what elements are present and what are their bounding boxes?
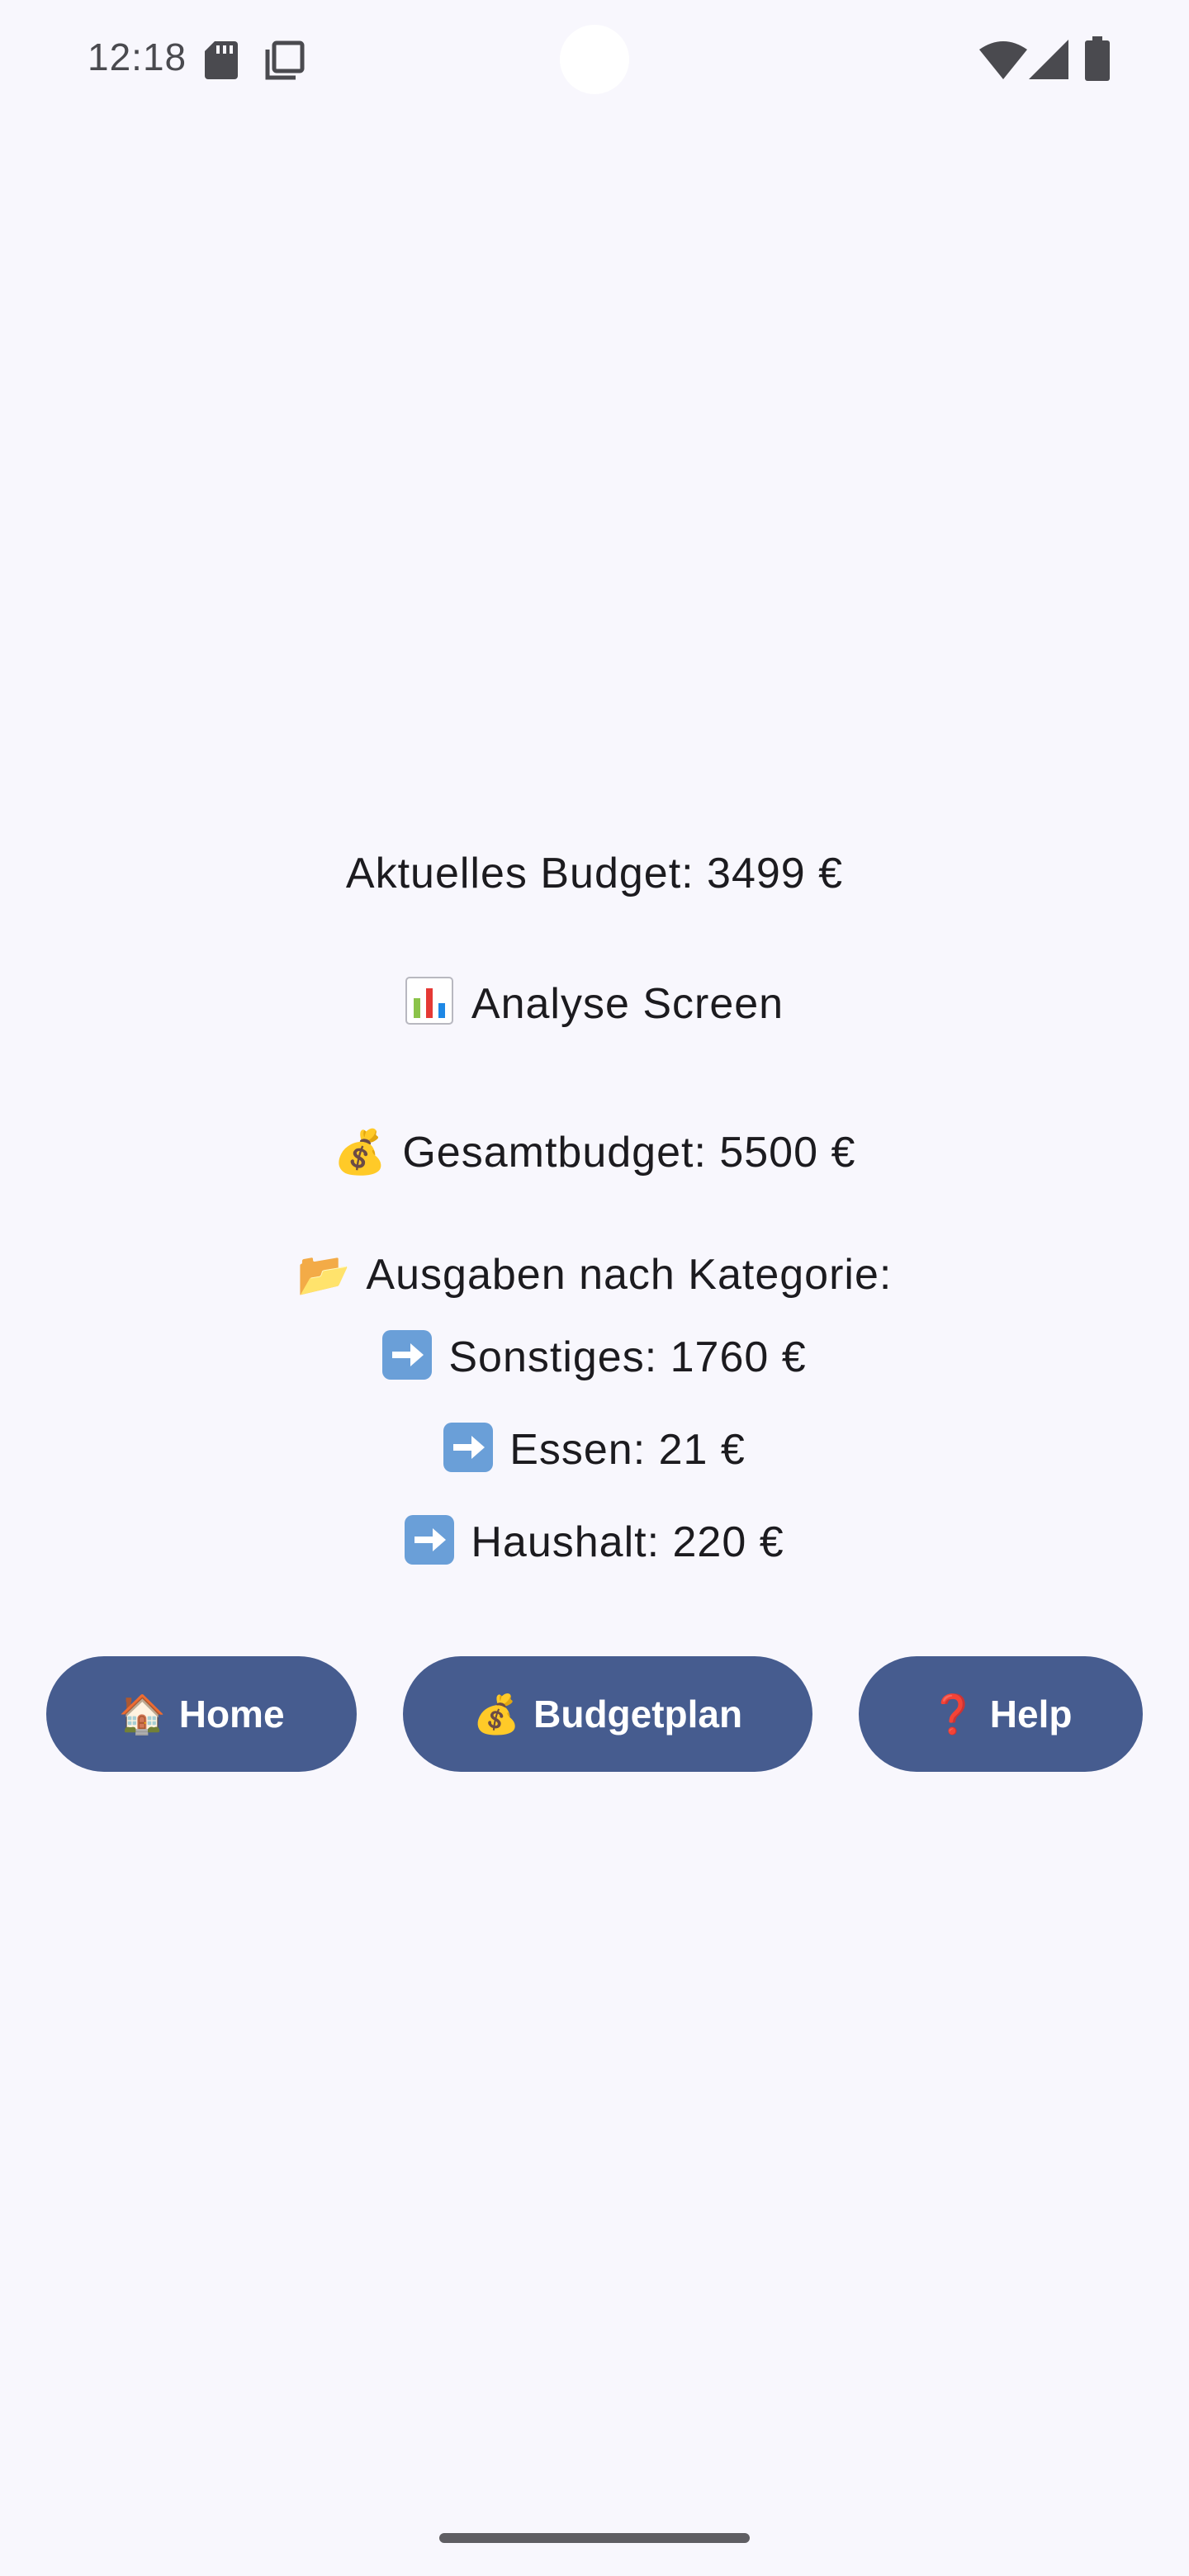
- category-header-line: 📂 Ausgaben nach Kategorie:: [0, 1249, 1189, 1300]
- copy-icon: [265, 40, 305, 80]
- sd-card-icon: [205, 41, 238, 79]
- right-arrow-icon: [382, 1330, 433, 1380]
- help-button-label: Help: [989, 1693, 1073, 1735]
- home-gesture-bar[interactable]: [439, 2533, 750, 2543]
- current-budget-text: Aktuelles Budget: 3499 €: [345, 850, 844, 897]
- cell-signal-icon: [1029, 40, 1068, 79]
- category-text: Essen: 21 €: [509, 1426, 746, 1474]
- category-text: Sonstiges: 1760 €: [448, 1333, 807, 1381]
- help-button[interactable]: ❓ Help: [859, 1656, 1143, 1772]
- camera-cutout: [560, 25, 629, 94]
- home-button-label: Home: [178, 1693, 285, 1735]
- total-budget-line: 💰 Gesamtbudget: 5500 €: [0, 1127, 1189, 1177]
- budgetplan-button[interactable]: 💰 Budgetplan: [403, 1656, 812, 1772]
- category-text: Haushalt: 220 €: [471, 1518, 784, 1566]
- money-bag-icon: 💰: [472, 1692, 521, 1735]
- battery-icon: [1085, 36, 1110, 81]
- right-arrow-icon: [443, 1423, 494, 1472]
- status-bar: 12:18: [0, 0, 1189, 116]
- total-budget-text: Gesamtbudget: 5500 €: [402, 1129, 856, 1177]
- bar-chart-icon: [405, 977, 453, 1025]
- money-bag-icon: 💰: [333, 1129, 388, 1177]
- status-time: 12:18: [88, 36, 187, 78]
- category-item: Essen: 21 €: [0, 1423, 1189, 1475]
- analyse-screen-title: Analyse Screen: [0, 977, 1189, 1029]
- home-button[interactable]: 🏠 Home: [46, 1656, 357, 1772]
- category-item: Haushalt: 220 €: [0, 1515, 1189, 1567]
- question-mark-icon: ❓: [929, 1692, 977, 1735]
- category-header-text: Ausgaben nach Kategorie:: [366, 1251, 893, 1299]
- house-icon: 🏠: [118, 1692, 166, 1735]
- wifi-icon: [979, 41, 1027, 79]
- analyse-title-text: Analyse Screen: [471, 980, 784, 1028]
- right-arrow-icon: [405, 1515, 455, 1565]
- budgetplan-button-label: Budgetplan: [533, 1693, 743, 1735]
- open-folder-icon: 📂: [296, 1251, 352, 1299]
- category-item: Sonstiges: 1760 €: [0, 1330, 1189, 1382]
